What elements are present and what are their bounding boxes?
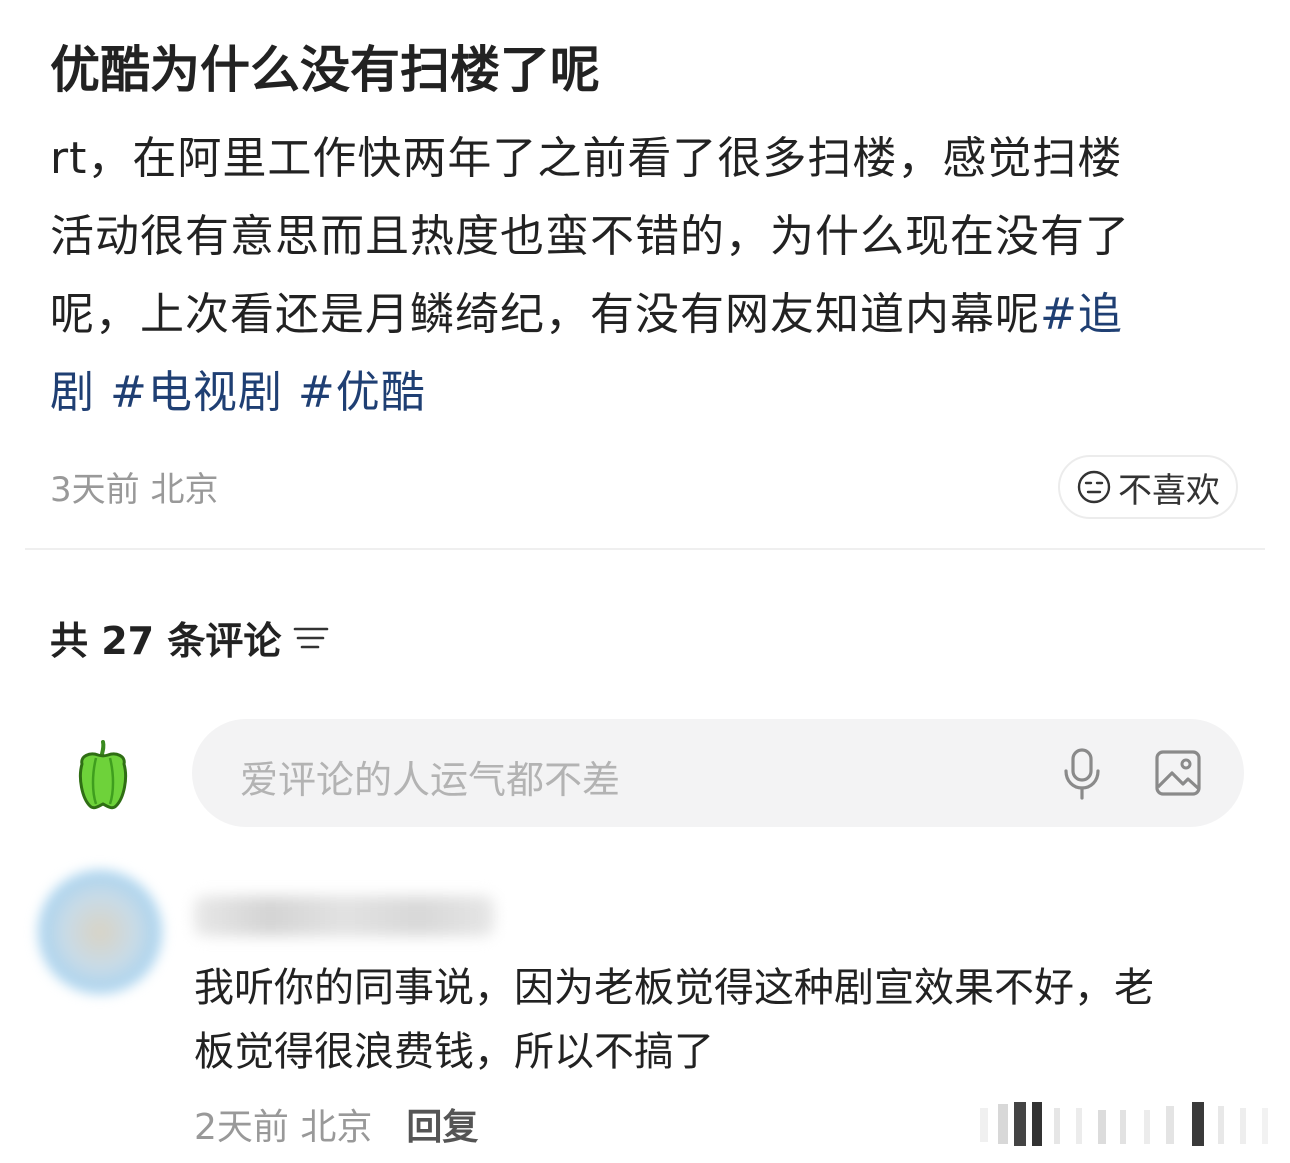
green-pepper-icon[interactable] [76, 738, 130, 810]
comment-text-line: 板觉得很浪费钱，所以不搞了 [194, 1029, 714, 1075]
divider [25, 548, 1265, 550]
commenter-name-blurred[interactable] [194, 896, 494, 936]
hashtag-link[interactable]: #追 [1040, 289, 1123, 340]
post-body-line: 呢，上次看还是月鳞绮纪，有没有网友知道内幕呢#追 [50, 276, 1240, 354]
hashtag-link[interactable]: 剧 [50, 367, 95, 418]
neutral-face-icon [1077, 470, 1111, 504]
comment-time-location: 2天前 北京 [194, 1098, 372, 1150]
comments-header: 共 27 条评论 [50, 610, 329, 665]
comment-text: 我听你的同事说，因为老板觉得这种剧宣效果不好，老 板觉得很浪费钱，所以不搞了 [194, 956, 1234, 1084]
hashtag-link[interactable]: #电视剧 [110, 367, 283, 418]
comment-meta: 2天前 北京 回复 [194, 1098, 478, 1150]
post-meta: 3天前 北京 [50, 462, 218, 511]
post-body-text: 呢，上次看还是月鳞绮纪，有没有网友知道内幕呢 [50, 289, 1040, 340]
comment-count: 共 27 条评论 [50, 619, 282, 663]
post-body-line: 活动很有意思而且热度也蛮不错的，为什么现在没有了 [50, 211, 1130, 262]
commenter-avatar[interactable] [38, 870, 162, 994]
post-body-line: rt，在阿里工作快两年了之前看了很多扫楼，感觉扫楼 [50, 133, 1123, 184]
post-page: 优酷为什么没有扫楼了呢 rt，在阿里工作快两年了之前看了很多扫楼，感觉扫楼 活动… [0, 0, 1290, 1163]
comment-input-placeholder: 爱评论的人运气都不差 [240, 758, 621, 802]
comment-text-line: 我听你的同事说，因为老板觉得这种剧宣效果不好，老 [194, 965, 1154, 1011]
hashtag-link[interactable]: #优酷 [298, 367, 426, 418]
image-icon[interactable] [1154, 749, 1202, 797]
comment-input-box[interactable]: 爱评论的人运气都不差 [192, 719, 1244, 827]
post-body-line: 剧 #电视剧 #优酷 [50, 354, 1240, 432]
post-location: 北京 [150, 470, 219, 510]
post-time: 3天前 [50, 470, 140, 510]
reply-button[interactable]: 回复 [406, 1098, 478, 1150]
dislike-label: 不喜欢 [1118, 470, 1220, 511]
post-body: rt，在阿里工作快两年了之前看了很多扫楼，感觉扫楼 活动很有意思而且热度也蛮不错… [50, 120, 1240, 432]
decorative-bars [980, 1102, 1268, 1146]
comment-time: 2天前 [194, 1107, 289, 1148]
comment-location: 北京 [300, 1107, 373, 1148]
sort-lines-icon[interactable] [293, 623, 329, 653]
microphone-icon[interactable] [1060, 747, 1104, 801]
dislike-button[interactable]: 不喜欢 [1058, 455, 1238, 519]
post-title: 优酷为什么没有扫楼了呢 [50, 41, 600, 99]
